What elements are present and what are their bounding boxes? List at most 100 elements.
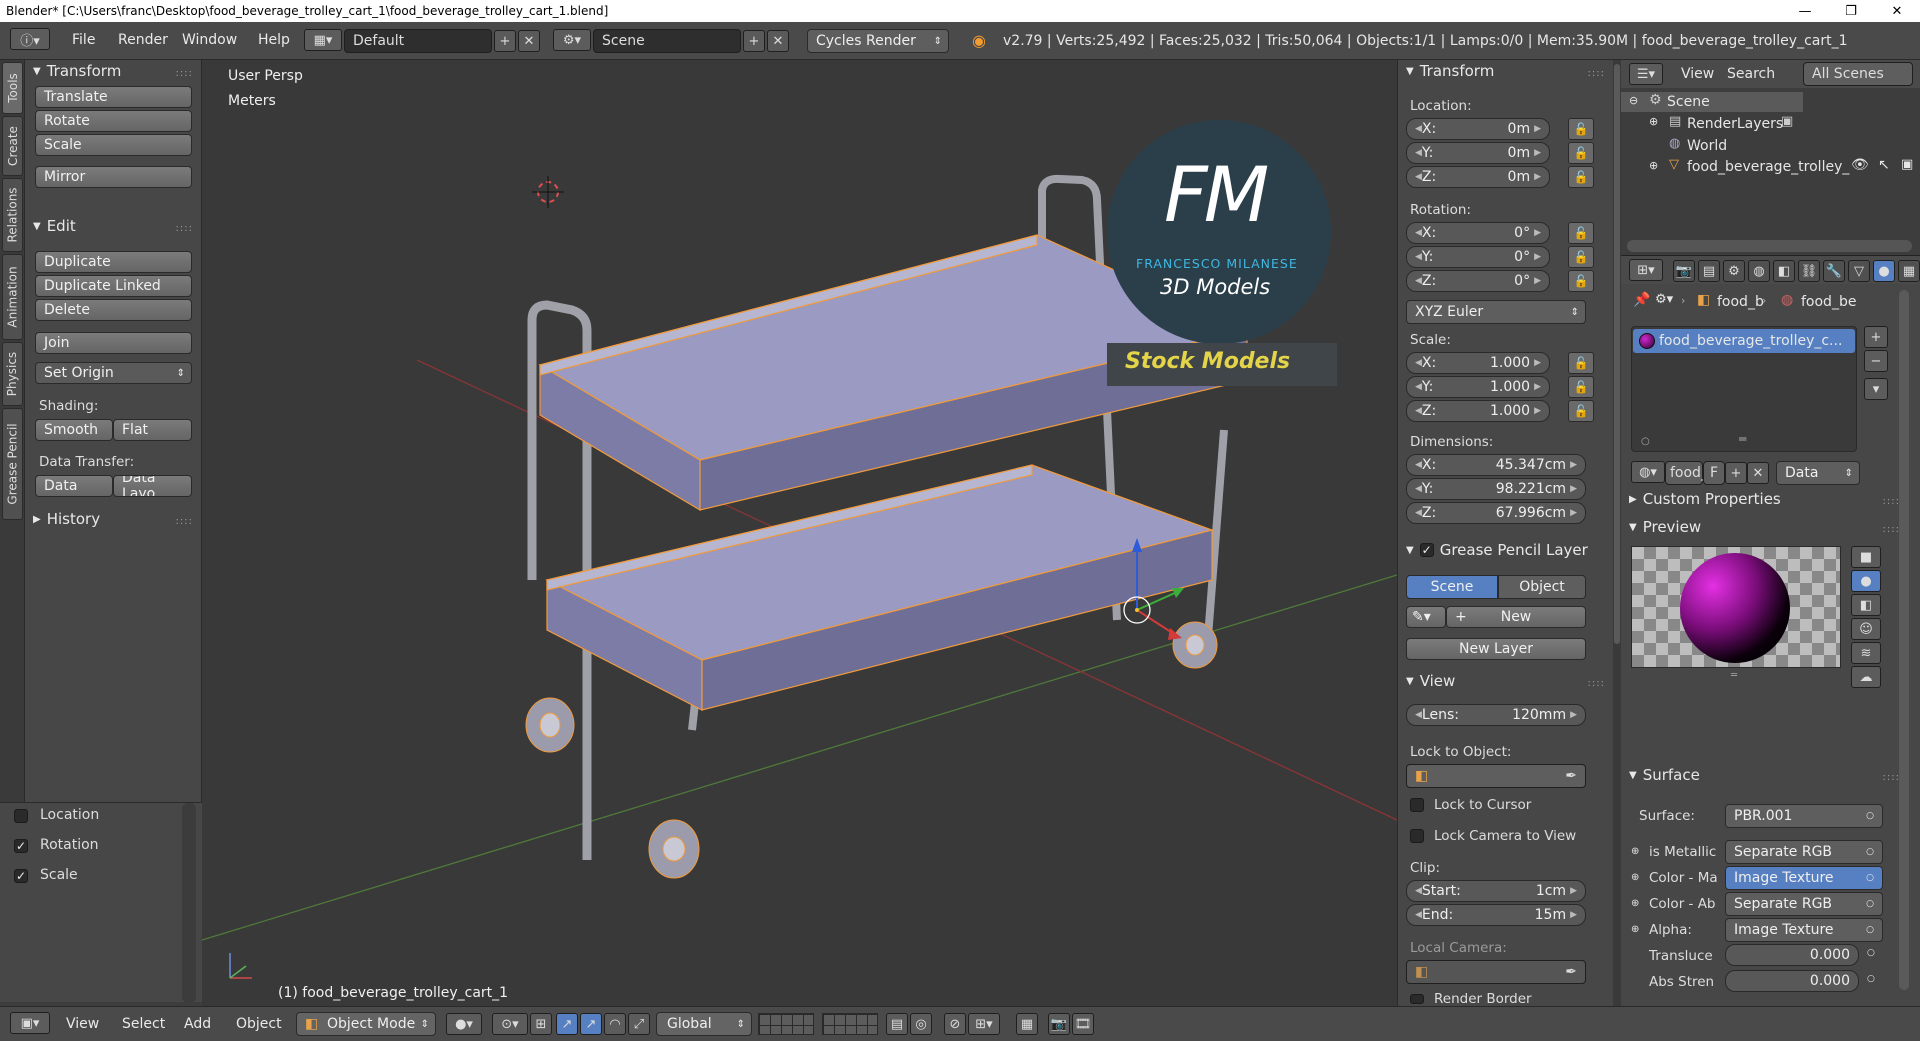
- material-slot-row[interactable]: food_beverage_trolley_c...: [1633, 329, 1855, 353]
- manipulator-toggle-icon[interactable]: ⊞: [530, 1013, 552, 1035]
- shade-flat-button[interactable]: Flat: [113, 419, 192, 441]
- scale-checkbox[interactable]: ✓: [14, 869, 28, 883]
- preview-cube-icon[interactable]: ◧: [1851, 594, 1881, 616]
- panel-grease-pencil-header[interactable]: ▼ ✓ Grease Pencil Layer: [1406, 541, 1588, 559]
- outliner-item-renderlayers[interactable]: RenderLayers: [1687, 116, 1783, 132]
- menu-add[interactable]: Add: [184, 1016, 211, 1032]
- screen-layout-icon[interactable]: ▦▾: [304, 29, 342, 51]
- add-screen-icon[interactable]: +: [494, 30, 516, 52]
- rotation-checkbox[interactable]: ✓: [14, 839, 28, 853]
- outliner-item-trolley[interactable]: food_beverage_trolley_: [1687, 159, 1849, 175]
- minimize-icon[interactable]: —: [1782, 0, 1828, 22]
- editor-type-info-icon[interactable]: ⓘ▾: [10, 28, 50, 50]
- render-engine-dropdown[interactable]: Cycles Render ⇕: [807, 29, 949, 53]
- panel-surface-header[interactable]: ▼ Surface: [1629, 766, 1700, 784]
- scene-field[interactable]: Scene: [593, 29, 741, 53]
- tab-grease-pencil[interactable]: Grease Pencil: [2, 408, 23, 520]
- tab-physics[interactable]: Physics: [2, 342, 23, 406]
- lock-icon[interactable]: 🔓: [1568, 222, 1594, 244]
- eyedropper-icon[interactable]: ✒: [1565, 768, 1577, 784]
- pencil-icon[interactable]: ✎▾: [1406, 606, 1446, 628]
- dimension-z-field[interactable]: ◀ Z: 67.996cm ▶: [1406, 502, 1586, 524]
- data-transfer-button[interactable]: Data: [35, 475, 113, 497]
- input-node-dropdown[interactable]: Image Texture ○: [1725, 866, 1883, 890]
- socket-icon[interactable]: ○: [1867, 974, 1875, 984]
- lock-object-field[interactable]: ◧ ✒: [1406, 764, 1586, 788]
- object-tab-icon[interactable]: ◧: [1773, 260, 1795, 282]
- expand-socket-icon[interactable]: ⊕: [1631, 846, 1639, 857]
- display-mode-dropdown[interactable]: All Scenes: [1803, 62, 1913, 86]
- clip-end-field[interactable]: ◀ End: 15m ▶: [1406, 904, 1586, 926]
- rotation-y-field[interactable]: ◀ Y: 0° ▶: [1406, 246, 1550, 268]
- set-origin-dropdown[interactable]: Set Origin ⇕: [35, 362, 192, 384]
- dimension-y-field[interactable]: ◀ Y: 98.221cm ▶: [1406, 478, 1586, 500]
- expand-toggle-icon[interactable]: ⊕: [1649, 159, 1658, 172]
- editor-type-3dview-icon[interactable]: ▣▾: [10, 1012, 50, 1034]
- expand-socket-icon[interactable]: ⊕: [1631, 898, 1639, 909]
- data-tab-icon[interactable]: ▽: [1848, 260, 1870, 282]
- lock-icon[interactable]: 🔓: [1568, 166, 1594, 188]
- lock-cursor-checkbox[interactable]: [1410, 798, 1424, 812]
- panel-grip-icon[interactable]: ::::: [176, 68, 193, 79]
- scene-tab-icon[interactable]: ⚙: [1723, 260, 1745, 282]
- remove-scene-icon[interactable]: ✕: [767, 30, 789, 52]
- renderable-camera-icon[interactable]: ▣: [1901, 157, 1913, 172]
- tab-create[interactable]: Create: [2, 116, 23, 176]
- npanel-scrollbar[interactable]: [1614, 64, 1620, 644]
- pivot-point-icon[interactable]: ⊙▾: [492, 1013, 528, 1035]
- expand-toggle-icon[interactable]: ⊕: [1649, 115, 1658, 128]
- rotate-manipulator-icon[interactable]: ◠: [604, 1013, 626, 1035]
- duplicate-button[interactable]: Duplicate: [35, 251, 192, 273]
- dimension-x-field[interactable]: ◀ X: 45.347cm ▶: [1406, 454, 1586, 476]
- breadcrumb-material[interactable]: food_be: [1801, 294, 1856, 310]
- menu-select[interactable]: Select: [122, 1016, 165, 1032]
- outliner-view-menu[interactable]: View: [1681, 66, 1714, 82]
- mirror-button[interactable]: Mirror: [35, 166, 192, 188]
- list-filter-icon[interactable]: ○: [1641, 436, 1650, 447]
- viewport-shading-icon[interactable]: ●▾: [446, 1013, 482, 1035]
- collapse-toggle-icon[interactable]: ⊖: [1629, 94, 1638, 107]
- location-x-field[interactable]: ◀ X: 0m ▶: [1406, 118, 1550, 140]
- menu-window[interactable]: Window: [172, 32, 247, 48]
- opengl-animation-icon[interactable]: 🎞: [1072, 1013, 1094, 1035]
- link-data-dropdown[interactable]: Data ⇕: [1776, 461, 1860, 485]
- preview-flat-icon[interactable]: ■: [1851, 546, 1881, 568]
- join-button[interactable]: Join: [35, 332, 192, 354]
- data-layout-button[interactable]: Data Layo: [113, 475, 192, 497]
- screen-layout-field[interactable]: Default: [344, 29, 492, 53]
- panel-edit-header[interactable]: ▼ Edit: [33, 217, 76, 235]
- pin-icon[interactable]: 📌: [1633, 292, 1650, 308]
- remove-slot-icon[interactable]: −: [1864, 350, 1888, 372]
- tab-animation[interactable]: Animation: [2, 254, 23, 340]
- material-name-field[interactable]: food_: [1665, 461, 1708, 485]
- rotation-z-field[interactable]: ◀ Z: 0° ▶: [1406, 270, 1550, 292]
- gp-scene-toggle[interactable]: Scene: [1406, 575, 1498, 599]
- input-node-dropdown[interactable]: Image Texture ○: [1725, 918, 1883, 942]
- select-manipulator-icon[interactable]: ↗: [580, 1013, 602, 1035]
- translucence-slider[interactable]: 0.000: [1725, 944, 1859, 966]
- add-slot-icon[interactable]: +: [1864, 326, 1888, 348]
- panel-grip-icon[interactable]: ::::: [1883, 496, 1900, 507]
- panel-preview-header[interactable]: ▼ Preview: [1629, 518, 1701, 536]
- outliner-item-scene[interactable]: Scene: [1667, 94, 1710, 110]
- constraints-tab-icon[interactable]: ⛓: [1798, 260, 1820, 282]
- unlink-material-icon[interactable]: ✕: [1747, 462, 1769, 484]
- browse-material-icon[interactable]: ◍▾: [1631, 461, 1665, 483]
- duplicate-linked-button[interactable]: Duplicate Linked: [35, 275, 192, 297]
- panel-grip-icon[interactable]: ::::: [1588, 68, 1605, 79]
- lock-icon[interactable]: 🔓: [1568, 270, 1594, 292]
- menu-render[interactable]: Render: [108, 32, 178, 48]
- opengl-render-icon[interactable]: 📷: [1048, 1013, 1070, 1035]
- surface-shader-dropdown[interactable]: PBR.001 ○: [1725, 804, 1883, 828]
- proportional-editing-icon[interactable]: ◎: [910, 1013, 932, 1035]
- fake-user-toggle[interactable]: F: [1703, 461, 1725, 485]
- tab-relations[interactable]: Relations: [2, 178, 23, 252]
- scale-z-field[interactable]: ◀ Z: 1.000 ▶: [1406, 400, 1550, 422]
- scale-button[interactable]: Scale: [35, 134, 192, 156]
- menu-view[interactable]: View: [66, 1016, 99, 1032]
- outliner-item-world[interactable]: World: [1687, 138, 1727, 154]
- lock-icon[interactable]: 🔓: [1568, 118, 1594, 140]
- outliner-editor-icon[interactable]: ☰▾: [1629, 63, 1663, 85]
- panel-history-header[interactable]: ▶ History: [33, 510, 100, 528]
- lock-icon[interactable]: 🔓: [1568, 352, 1594, 374]
